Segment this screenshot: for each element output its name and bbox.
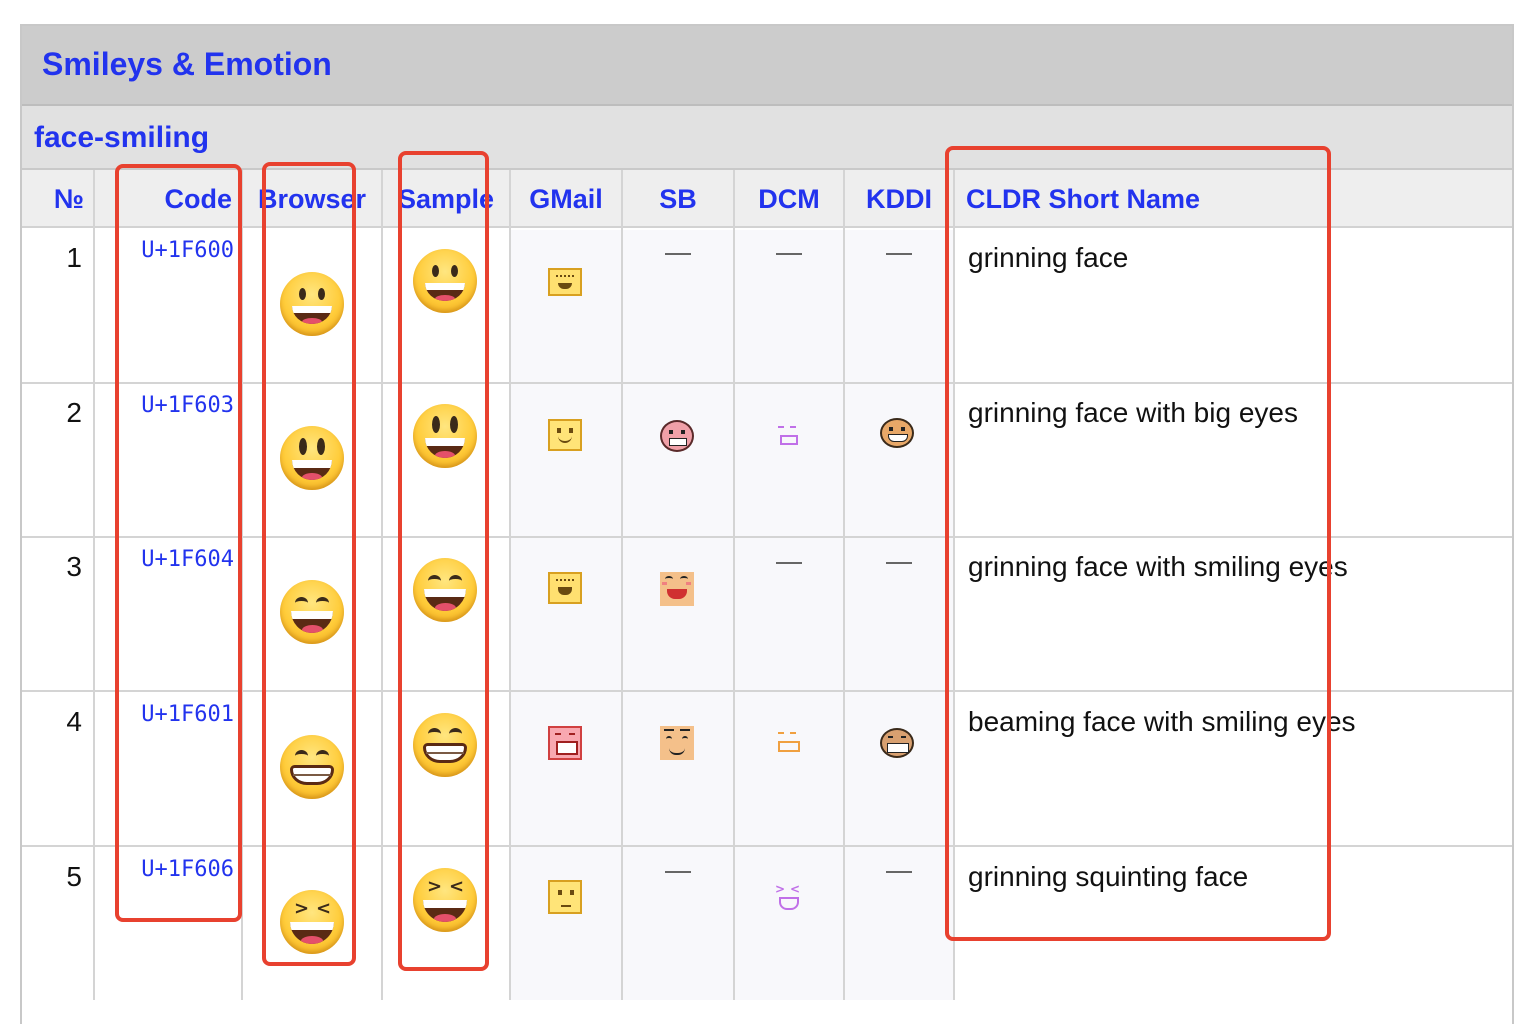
row-number: 5 xyxy=(66,861,82,892)
unavailable-dash xyxy=(776,253,802,255)
grid-divider xyxy=(381,170,383,1000)
sb-beaming-icon xyxy=(660,726,694,760)
unavailable-dash xyxy=(886,562,912,564)
kddi-big-eyes-icon xyxy=(880,418,914,448)
group-header: Smileys & Emotion xyxy=(22,26,1512,106)
sb-big-eyes-icon xyxy=(660,420,694,452)
unavailable-dash xyxy=(665,253,691,255)
column-header-kddi[interactable]: KDDI xyxy=(844,170,954,228)
emoji-table-page: Smileys & Emotion face-smiling № Code Br… xyxy=(0,0,1522,1024)
sb-column-bg xyxy=(622,230,734,1000)
grid-divider xyxy=(843,170,845,1000)
row-number: 4 xyxy=(66,706,82,737)
code-column-highlight xyxy=(115,164,242,922)
unavailable-dash xyxy=(665,871,691,873)
browser-column-highlight xyxy=(262,162,356,966)
sample-column-highlight xyxy=(398,151,489,971)
grid-divider xyxy=(509,170,511,1000)
gmail-squinting-icon xyxy=(548,880,582,914)
row-number: 2 xyxy=(66,397,82,428)
grid-divider xyxy=(733,170,735,1000)
gmail-big-eyes-icon xyxy=(548,419,582,451)
dcm-beaming-icon xyxy=(776,730,800,752)
grid-divider xyxy=(621,170,623,1000)
gmail-grinning-icon xyxy=(548,268,582,296)
dcm-squinting-icon: > < xyxy=(774,880,802,910)
grid-divider xyxy=(93,170,95,1000)
column-header-number[interactable]: № xyxy=(22,170,94,228)
column-header-sb[interactable]: SB xyxy=(622,170,734,228)
group-title-link[interactable]: Smileys & Emotion xyxy=(42,46,332,83)
column-header-gmail[interactable]: GMail xyxy=(510,170,622,228)
dcm-big-eyes-icon xyxy=(776,424,800,446)
gmail-beaming-icon xyxy=(548,726,582,760)
subgroup-title-link[interactable]: face-smiling xyxy=(34,121,209,155)
kddi-beaming-icon xyxy=(880,728,914,758)
column-header-dcm[interactable]: DCM xyxy=(734,170,844,228)
unavailable-dash xyxy=(886,253,912,255)
gmail-smiling-eyes-icon xyxy=(548,572,582,604)
kddi-column-bg xyxy=(844,230,954,1000)
row-number: 3 xyxy=(66,551,82,582)
row-number: 1 xyxy=(66,242,82,273)
cldr-name-column-highlight xyxy=(945,146,1331,941)
unavailable-dash xyxy=(776,562,802,564)
sb-smiling-eyes-icon xyxy=(660,572,694,606)
unavailable-dash xyxy=(886,871,912,873)
